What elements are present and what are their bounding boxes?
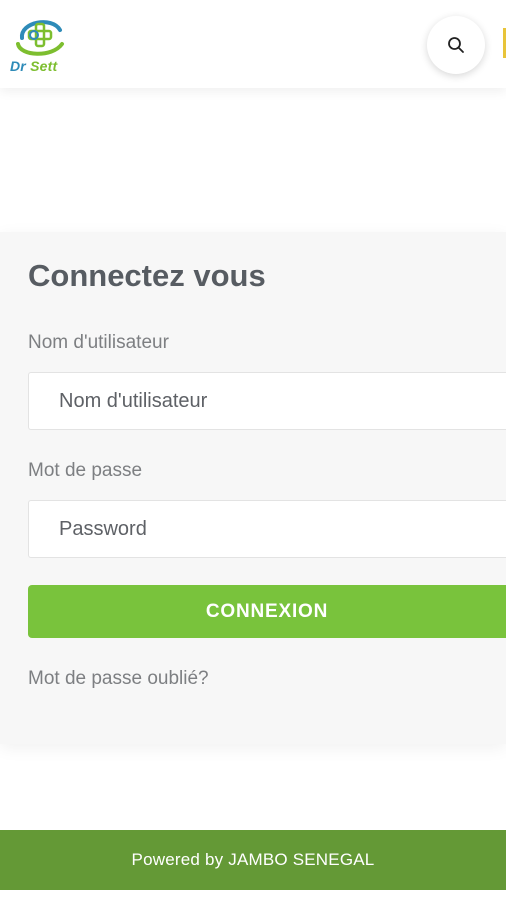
username-label: Nom d'utilisateur: [28, 332, 169, 353]
logo-text: Dr Sett: [10, 58, 57, 74]
logo-text-sett: Sett: [30, 58, 58, 74]
page-title: Connectez vous: [28, 258, 266, 293]
logo-text-dr: Dr: [10, 58, 26, 74]
footer: Powered by JAMBO SENEGAL: [0, 830, 506, 890]
password-input[interactable]: [28, 500, 506, 558]
header: Dr Sett: [0, 0, 506, 88]
logo[interactable]: Dr Sett: [8, 14, 84, 76]
forgot-password-link[interactable]: Mot de passe oublié?: [28, 668, 209, 690]
search-button[interactable]: [427, 16, 485, 74]
password-label: Mot de passe: [28, 460, 143, 481]
search-icon: [448, 37, 464, 53]
login-page: Dr Sett Connectez vous Nom d'utilisateur…: [0, 0, 506, 900]
logo-icon: [16, 20, 64, 56]
footer-text: Powered by JAMBO SENEGAL: [131, 850, 375, 869]
connexion-button[interactable]: CONNEXION: [28, 585, 506, 638]
username-input[interactable]: [28, 372, 506, 430]
